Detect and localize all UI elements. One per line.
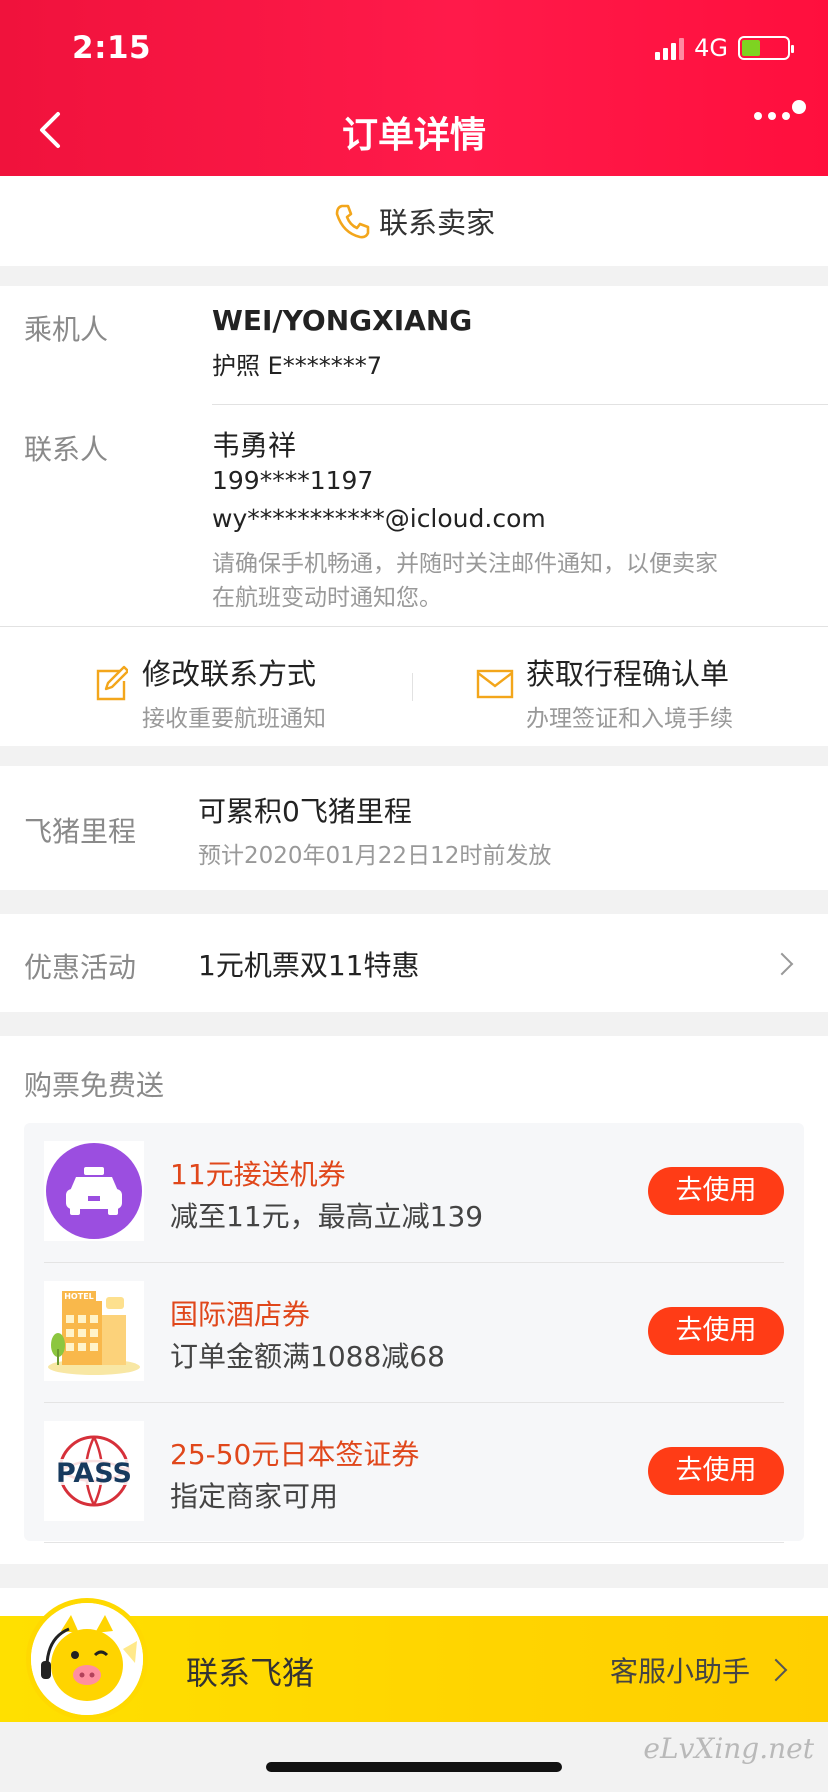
gifts-label: 购票免费送 (24, 1069, 165, 1102)
coupon-desc: 订单金额满1088减68 (170, 1340, 445, 1373)
hotel-icon: HOTEL (44, 1281, 144, 1381)
divider (412, 673, 413, 701)
divider (212, 404, 828, 405)
mileage-label: 飞猪里程 (24, 815, 137, 848)
pig-mascot-icon (31, 1603, 143, 1715)
contact-seller-label: 联系卖家 (378, 206, 495, 240)
assistant-label: 客服小助手 (609, 1655, 750, 1688)
coupon-title: 11元接送机券 (170, 1158, 346, 1191)
use-coupon-button[interactable]: 去使用 (648, 1447, 784, 1495)
home-indicator[interactable] (266, 1762, 562, 1772)
taxi-icon (44, 1141, 144, 1241)
get-itinerary-desc: 办理签证和入境手续 (526, 706, 733, 732)
edit-contact-desc: 接收重要航班通知 (142, 706, 326, 732)
mileage-value: 可累积0飞猪里程 (198, 795, 412, 828)
coupon-list: 11元接送机券 减至11元，最高立减139 去使用 HOTEL 国际酒店券 订单… (24, 1123, 804, 1543)
actions-row: 修改联系方式 接收重要航班通知 获取行程确认单 办理签证和入境手续 (0, 626, 828, 746)
promotion-label: 优惠活动 (24, 951, 137, 984)
contact-name: 韦勇祥 (212, 429, 297, 462)
notification-dot (792, 100, 806, 114)
edit-contact-button[interactable]: 修改联系方式 接收重要航班通知 (94, 651, 326, 733)
passenger-name: WEI/YONGXIANG (212, 304, 473, 337)
passenger-document: 护照 E*******7 (212, 352, 383, 380)
contact-phone: 199****1197 (212, 466, 374, 495)
edit-icon (96, 665, 128, 701)
watermark: eLvXing.net (643, 1732, 814, 1765)
get-itinerary-title: 获取行程确认单 (526, 657, 730, 691)
promotion-value: 1元机票双11特惠 (198, 949, 420, 982)
coupon-title: 国际酒店券 (170, 1298, 311, 1331)
coupon-desc: 指定商家可用 (170, 1480, 339, 1513)
status-indicators: 4G (655, 34, 794, 62)
coupon-desc: 减至11元，最高立减139 (170, 1200, 484, 1233)
contact-notice-line1: 请确保手机畅通，并随时关注邮件通知，以便卖家 (212, 551, 718, 577)
contact-seller-button[interactable]: 联系卖家 (0, 176, 828, 266)
contact-fliggy-title: 联系飞猪 (186, 1654, 315, 1692)
mail-icon (476, 669, 514, 699)
fliggy-mascot-avatar[interactable] (26, 1598, 148, 1720)
svg-text:PASS: PASS (56, 1458, 132, 1489)
chevron-right-icon (764, 1658, 788, 1682)
more-icon[interactable] (754, 112, 790, 120)
status-time: 2:15 (72, 30, 152, 66)
passenger-label: 乘机人 (24, 313, 109, 346)
contact-label: 联系人 (24, 433, 109, 466)
get-itinerary-button[interactable]: 获取行程确认单 办理签证和入境手续 (476, 651, 733, 733)
use-coupon-button[interactable]: 去使用 (648, 1167, 784, 1215)
coupon-title: 25-50元日本签证券 (170, 1438, 420, 1471)
signal-icon (655, 36, 685, 60)
contact-email: wy***********@icloud.com (212, 504, 546, 533)
battery-icon (738, 36, 794, 60)
passenger-contact-card: 乘机人 WEI/YONGXIANG 护照 E*******7 联系人 韦勇祥 1… (0, 286, 828, 626)
coupon-item: PASS 25-50元日本签证券 指定商家可用 去使用 (44, 1403, 784, 1543)
use-coupon-button[interactable]: 去使用 (648, 1307, 784, 1355)
chevron-right-icon (770, 952, 794, 976)
header-bar: 2:15 4G 订单详情 (0, 0, 828, 176)
edit-contact-title: 修改联系方式 (142, 657, 317, 691)
promotion-row[interactable]: 优惠活动 1元机票双11特惠 (0, 914, 828, 1012)
network-label: 4G (694, 34, 728, 62)
divider (44, 1542, 784, 1543)
page-title: 订单详情 (341, 115, 486, 156)
phone-icon (335, 204, 370, 239)
mileage-note: 预计2020年01月22日12时前发放 (198, 843, 552, 869)
svg-text:HOTEL: HOTEL (64, 1292, 94, 1301)
pass-icon: PASS (44, 1421, 144, 1521)
contact-notice-line2: 在航班变动时通知您。 (212, 585, 442, 611)
coupon-item: HOTEL 国际酒店券 订单金额满1088减68 去使用 (44, 1263, 784, 1403)
coupon-item: 11元接送机券 减至11元，最高立减139 去使用 (44, 1123, 784, 1263)
mileage-card: 飞猪里程 可累积0飞猪里程 预计2020年01月22日12时前发放 (0, 766, 828, 890)
